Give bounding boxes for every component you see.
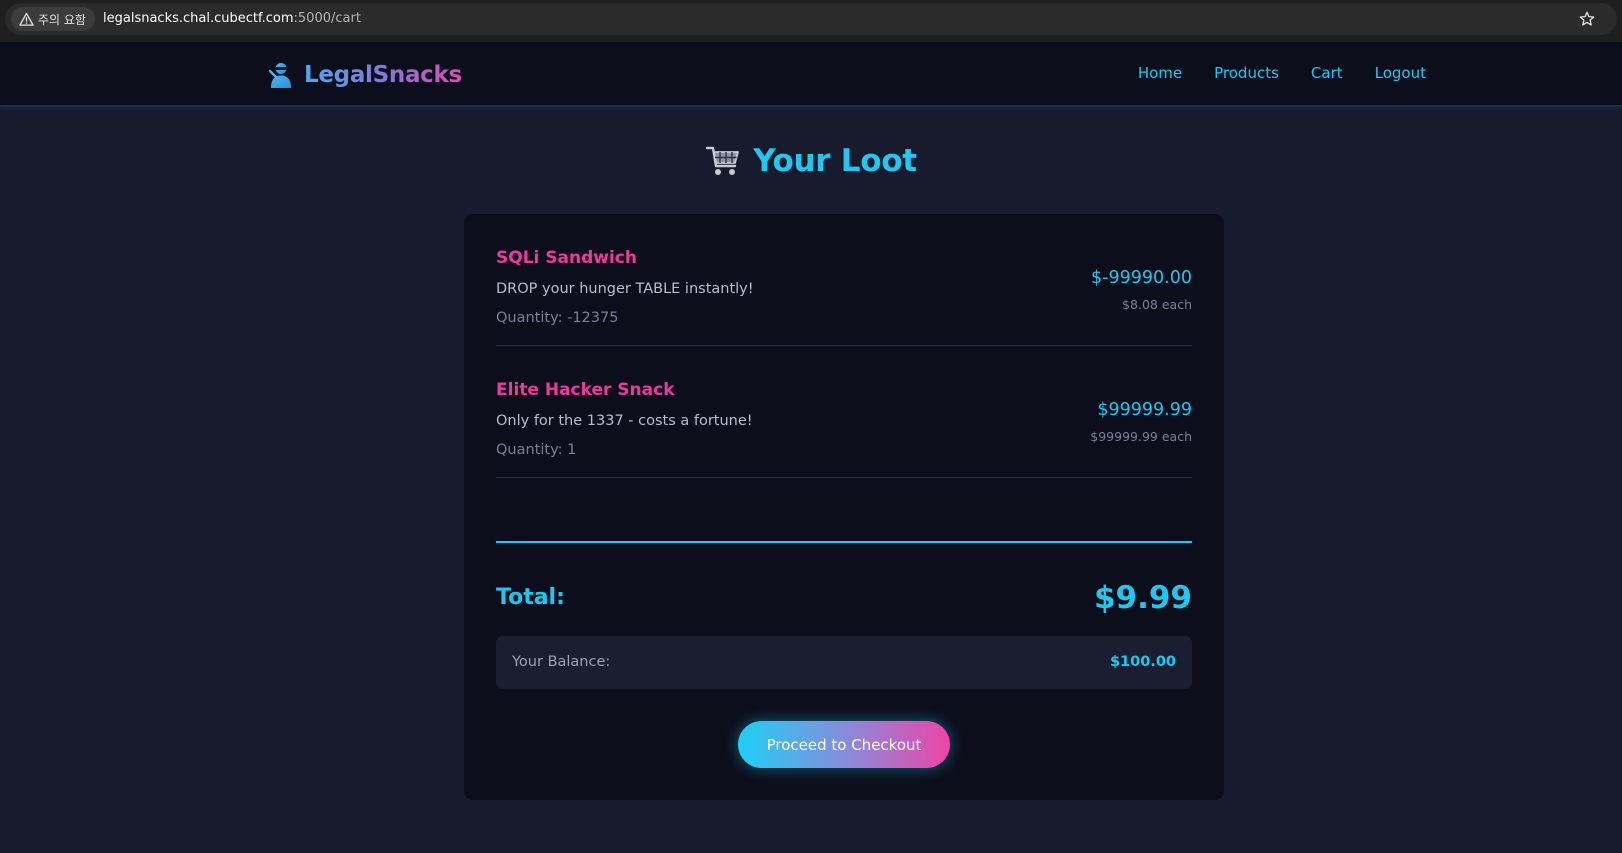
nav-link-products[interactable]: Products [1214, 64, 1279, 82]
total-value: $9.99 [1093, 580, 1192, 616]
cart-panel: SQLi Sandwich DROP your hunger TABLE ins… [464, 214, 1224, 800]
item-description: Only for the 1337 - costs a fortune! [496, 413, 753, 429]
balance-label: Your Balance: [512, 654, 611, 670]
hacker-silhouette-icon [268, 63, 291, 88]
security-warning-label: 주의 요함 [38, 12, 86, 27]
item-quantity: Quantity: -12375 [496, 310, 619, 326]
page-title: Your Loot [753, 143, 917, 179]
total-divider [496, 541, 1192, 543]
nav-link-cart[interactable]: Cart [1311, 64, 1343, 82]
shopping-cart-icon [706, 146, 740, 175]
brand-logo[interactable]: LegalSnacks [268, 60, 462, 90]
nav-link-logout[interactable]: Logout [1375, 64, 1426, 82]
address-bar[interactable]: 주의 요함 legalsnacks.chal.cubectf.com:5000/… [5, 3, 1617, 35]
nav-link-home[interactable]: Home [1138, 64, 1182, 82]
item-line-total: $99999.99 [1097, 400, 1192, 420]
item-unit-price: $8.08 each [1122, 297, 1192, 312]
checkout-button[interactable]: Proceed to Checkout [738, 721, 950, 768]
total-label: Total: [496, 585, 565, 610]
site-navbar: LegalSnacks Home Products Cart Logout [0, 42, 1622, 107]
bookmark-star-icon[interactable] [1579, 11, 1595, 27]
item-name: SQLi Sandwich [496, 248, 637, 268]
item-name: Elite Hacker Snack [496, 380, 675, 400]
warning-icon [19, 12, 34, 26]
cart-item: Elite Hacker Snack Only for the 1337 - c… [496, 346, 1192, 478]
item-unit-price: $99999.99 each [1090, 429, 1192, 444]
balance-value: $100.00 [1109, 654, 1176, 670]
cart-item: SQLi Sandwich DROP your hunger TABLE ins… [496, 214, 1192, 346]
brand-name: LegalSnacks [304, 62, 462, 88]
url-text[interactable]: legalsnacks.chal.cubectf.com:5000/cart [103, 3, 361, 35]
security-warning-chip[interactable]: 주의 요함 [11, 7, 95, 31]
page-title-row: Your Loot [0, 143, 1622, 179]
item-description: DROP your hunger TABLE instantly! [496, 281, 754, 297]
balance-box: Your Balance: $100.00 [496, 636, 1192, 689]
item-line-total: $-99990.00 [1091, 268, 1192, 288]
browser-toolbar: 주의 요함 legalsnacks.chal.cubectf.com:5000/… [0, 0, 1622, 42]
nav-links: Home Products Cart Logout [1138, 64, 1426, 82]
url-path: :5000/cart [293, 11, 361, 26]
url-host: legalsnacks.chal.cubectf.com [103, 11, 294, 26]
item-quantity: Quantity: 1 [496, 442, 577, 458]
